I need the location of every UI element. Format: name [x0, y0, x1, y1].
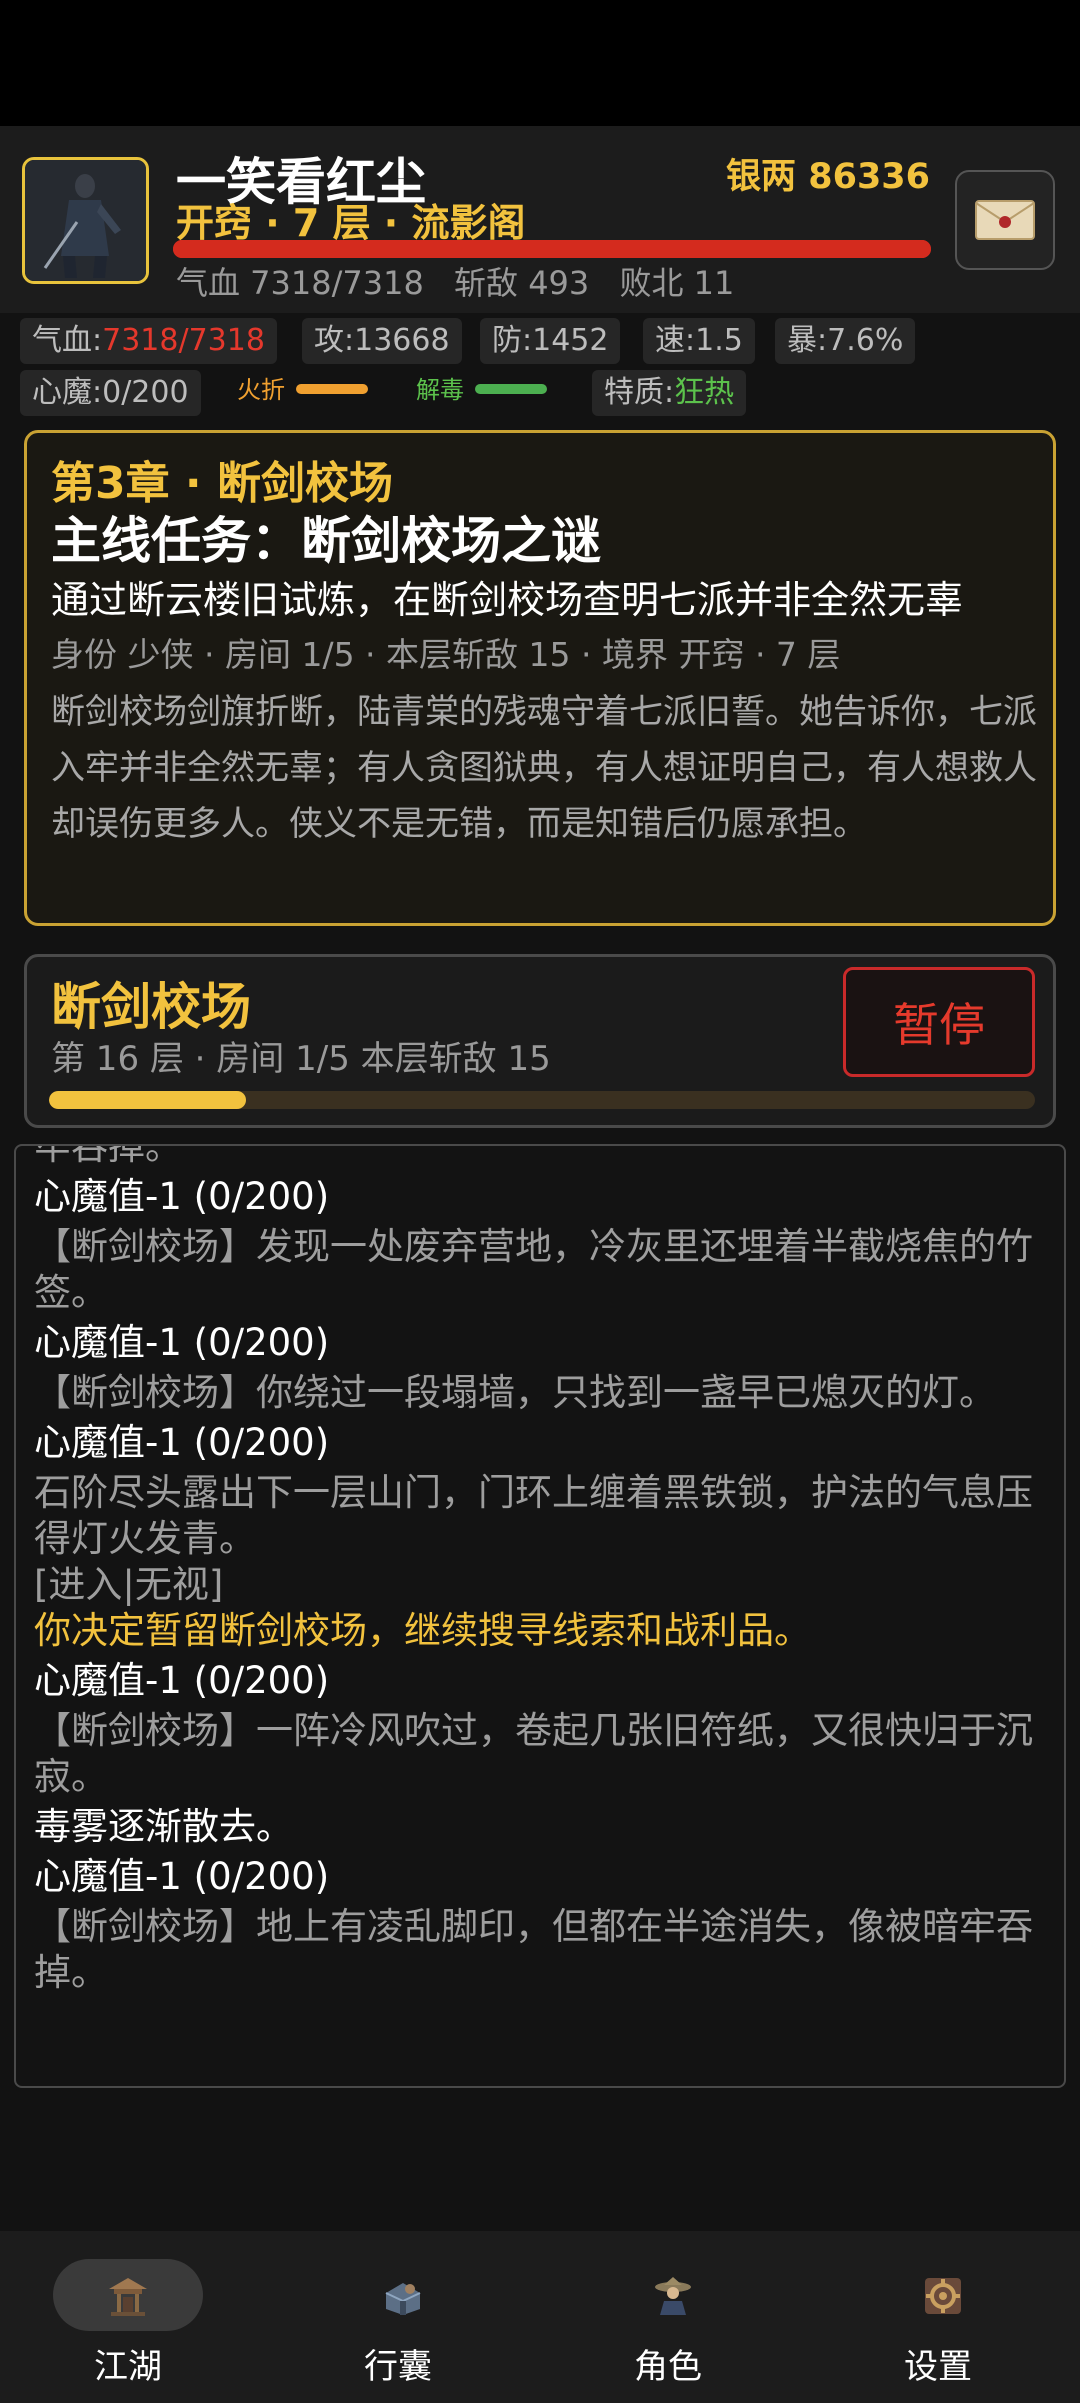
chip-crit: 暴:7.6%	[775, 318, 916, 364]
dungeon-name: 断剑校场	[51, 978, 251, 1036]
dungeon-progress-fill	[49, 1091, 247, 1109]
dungeon-panel: 断剑校场 第 16 层 · 房间 1/5 本层斩敌 15 暂停	[24, 954, 1056, 1128]
log-line: 你决定暂留断剑校场，继续搜寻线索和战利品。	[34, 1609, 811, 1652]
chip-hp-label: 气血:	[32, 323, 103, 358]
nav-label-bag: 行囊	[364, 2347, 432, 2387]
hp-bar-fill	[173, 240, 931, 258]
quest-goal: 通过断云楼旧试炼，在断剑校场查明七派并非全然无辜	[51, 578, 964, 622]
log-line: 石阶尽头露出下一层山门，门环上缠着黑铁锁，护法的气息压得灯火发青。	[34, 1471, 1033, 1560]
log-line: 【断剑校场】一阵冷风吹过，卷起几张旧符纸，又很快归于沉寂。	[34, 1709, 1033, 1798]
log-line: 心魔值-1 (0/200)	[34, 1659, 330, 1702]
player-realm: 开窍 · 7 层 · 流影阁	[176, 201, 526, 245]
nav-label-settings: 设置	[904, 2347, 972, 2387]
quest-title: 主线任务：断剑校场之谜	[51, 512, 601, 570]
bottom-nav: 江湖 行囊 角色 设置	[0, 2231, 1080, 2403]
stat-kills: 斩敌 493	[454, 264, 590, 302]
log-line: 牢吞掉。	[34, 1144, 182, 1168]
nav-label-jianghu: 江湖	[94, 2347, 162, 2387]
nav-item-character[interactable]: 角色	[540, 2231, 810, 2403]
dungeon-progress-bar	[49, 1091, 1035, 1109]
log-line: 【断剑校场】地上有凌乱脚印，但都在半途消失，像被暗牢吞掉。	[34, 1905, 1033, 1994]
chip-defense: 防:1452	[480, 318, 621, 364]
swordsman-portrait-icon	[25, 160, 146, 281]
quest-info: 身份 少侠 · 房间 1/5 · 本层斩敌 15 · 境界 开窍 · 7 层	[51, 635, 841, 674]
detox-label: 解毒	[416, 376, 464, 404]
dungeon-info: 第 16 层 · 房间 1/5 本层斩敌 15	[51, 1039, 551, 1079]
chip-demon: 心魔:0/200	[20, 370, 201, 416]
chip-speed: 速:1.5	[643, 318, 755, 364]
chip-hp: 气血:7318/7318	[20, 318, 277, 364]
pause-button[interactable]: 暂停	[843, 967, 1035, 1077]
silver-balance: 银两 86336	[726, 157, 930, 197]
stat-hp: 气血 7318/7318	[176, 264, 424, 302]
log-line: 心魔值-1 (0/200)	[34, 1175, 330, 1218]
nav-item-bag[interactable]: 行囊	[270, 2231, 540, 2403]
stat-defeats: 败北 11	[619, 264, 735, 302]
nav-label-character: 角色	[634, 2347, 702, 2387]
bag-icon	[385, 2283, 421, 2315]
character-icon	[655, 2277, 691, 2315]
chip-hp-value: 7318/7318	[102, 323, 265, 358]
chip-trait: 特质:狂热	[592, 370, 747, 416]
fire-label: 火折	[237, 376, 285, 404]
mail-button[interactable]	[955, 170, 1055, 270]
main-quest-panel[interactable]: 第3章 · 断剑校场 主线任务：断剑校场之谜 通过断云楼旧试炼，在断剑校场查明七…	[24, 430, 1056, 926]
log-line: 【断剑校场】你绕过一段塌墙，只找到一盏早已熄灭的灯。	[34, 1371, 996, 1414]
settings-icon	[925, 2278, 961, 2314]
detox-bar	[475, 384, 547, 394]
event-log-content: 牢吞掉。心魔值-1 (0/200) 【断剑校场】发现一处废弃营地，冷灰里还埋着半截…	[34, 1144, 1046, 1996]
nav-item-jianghu[interactable]: 江湖	[0, 2231, 270, 2403]
log-line: 心魔值-1 (0/200)	[34, 1421, 330, 1464]
pavilion-icon	[109, 2278, 147, 2316]
player-header: 一笑看红尘 银两 86336 开窍 · 7 层 · 流影阁 气血 7318/73…	[0, 126, 1080, 313]
quest-description: 断剑校场剑旗折断，陆青棠的残魂守着七派旧誓。她告诉你，七派入牢并非全然无辜；有人…	[51, 692, 1037, 844]
log-line: 心魔值-1 (0/200)	[34, 1321, 330, 1364]
fire-bar	[296, 384, 368, 394]
event-log[interactable]: 牢吞掉。心魔值-1 (0/200) 【断剑校场】发现一处废弃营地，冷灰里还埋着半截…	[14, 1144, 1066, 2088]
log-line: 毒雾逐渐散去。	[34, 1805, 293, 1848]
game-screen: 一笑看红尘 银两 86336 开窍 · 7 层 · 流影阁 气血 7318/73…	[0, 126, 1080, 2403]
log-line: 【断剑校场】发现一处废弃营地，冷灰里还埋着半截烧焦的竹签。	[34, 1225, 1033, 1314]
chip-trait-label: 特质:	[604, 375, 675, 410]
log-line: [进入|无视]	[34, 1563, 224, 1606]
envelope-icon	[975, 200, 1035, 240]
player-stats-line: 气血 7318/7318 斩敌 493 败北 11	[176, 258, 754, 304]
nav-item-settings[interactable]: 设置	[810, 2231, 1080, 2403]
log-line: 心魔值-1 (0/200)	[34, 1855, 330, 1898]
player-avatar[interactable]	[22, 157, 149, 284]
chip-attack: 攻:13668	[302, 318, 462, 364]
chip-trait-value: 狂热	[674, 375, 735, 410]
hp-bar	[173, 240, 931, 258]
